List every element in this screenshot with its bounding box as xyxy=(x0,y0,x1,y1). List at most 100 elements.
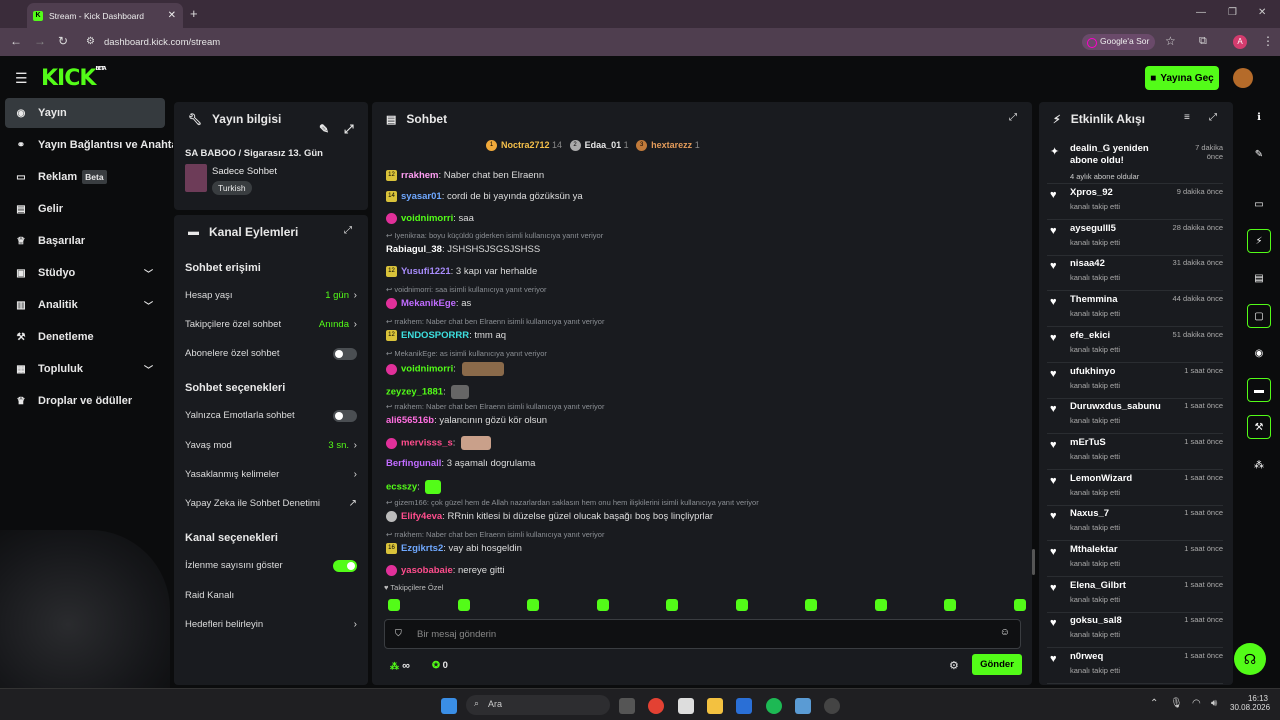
emote-button[interactable] xyxy=(527,599,539,611)
notes-icon[interactable] xyxy=(678,698,694,714)
chat-scrollbar[interactable] xyxy=(1032,549,1035,575)
chat-username[interactable]: zeyzey_1881 xyxy=(386,387,443,398)
expand-icon[interactable]: ⤢ xyxy=(1209,112,1217,123)
sliders-icon[interactable]: ▬ xyxy=(1247,378,1271,402)
user-avatar[interactable] xyxy=(1233,68,1253,88)
volume-icon[interactable]: 🔊︎ xyxy=(1211,698,1217,709)
wifi-icon[interactable]: ◠ xyxy=(1192,698,1201,709)
event-username[interactable]: dealin_G yeniden abone oldu! xyxy=(1070,143,1170,167)
chat-username[interactable]: Yusufi1221 xyxy=(401,266,451,277)
extensions-icon[interactable]: ⧉ xyxy=(1199,35,1207,48)
ai-moderation-setting[interactable]: Yapay Zeka ile Sohbet Denetimi ↗ xyxy=(185,498,357,509)
profile-avatar[interactable]: A xyxy=(1233,35,1247,49)
emote-button[interactable] xyxy=(805,599,817,611)
emote-button[interactable] xyxy=(735,599,748,611)
kicks-display[interactable]: ✪ 0 xyxy=(432,660,448,671)
windows-start-icon[interactable] xyxy=(441,698,457,714)
set-goals-button[interactable]: Hedefleri belirleyin › xyxy=(185,619,357,630)
event-username[interactable]: Duruwxdus_sabunu xyxy=(1070,401,1161,412)
minimize-icon[interactable]: — xyxy=(1196,7,1206,18)
event-username[interactable]: goksu_sal8 xyxy=(1070,615,1122,626)
kick-logo[interactable]: KICKBETA xyxy=(41,66,107,91)
emote-button[interactable] xyxy=(666,599,678,611)
bookmark-star-icon[interactable]: ☆ xyxy=(1165,34,1176,48)
chat-username[interactable]: Ezgikrts2 xyxy=(401,543,443,554)
site-info-icon[interactable]: ⚙ xyxy=(86,36,95,47)
chat-settings-icon[interactable]: ⚙ xyxy=(949,659,959,672)
sidebar-item-stream-key[interactable]: ⚭ Yayın Bağlantısı ve Anahtar xyxy=(5,130,175,160)
expand-icon[interactable]: ⤢ xyxy=(344,225,352,236)
chat-username[interactable]: Rabiagul_38 xyxy=(386,244,442,255)
taskbar-search[interactable]: ⌕ Ara xyxy=(466,695,610,715)
sidebar-item-reklam[interactable]: ▭ Reklam Beta xyxy=(5,162,165,192)
event-username[interactable]: LemonWizard xyxy=(1070,473,1132,484)
banned-words-setting[interactable]: Yasaklanmış kelimeler › xyxy=(185,469,357,480)
sidebar-item-denetleme[interactable]: ⚒ Denetleme xyxy=(5,322,165,352)
show-viewers-toggle[interactable] xyxy=(333,559,357,572)
emote-button[interactable] xyxy=(944,599,956,611)
chat-username[interactable]: voidnimorri xyxy=(401,213,453,224)
emote-button[interactable] xyxy=(457,599,470,611)
event-username[interactable]: nisaa42 xyxy=(1070,258,1105,269)
chat-username[interactable]: ali656516b xyxy=(386,415,434,426)
sidebar-item-studyo[interactable]: ▣ Stüdyo ﹀ xyxy=(5,258,165,288)
file-explorer-icon[interactable] xyxy=(707,698,723,714)
followers-only-setting[interactable]: Takipçilere özel sohbet Anında › xyxy=(185,319,357,330)
sidebar-item-basarilar[interactable]: ♕ Başarılar xyxy=(5,226,165,256)
raid-channel-button[interactable]: Raid Kanalı xyxy=(185,590,357,601)
chat-username[interactable]: Elify4eva xyxy=(401,511,442,522)
points-display[interactable]: ⁂ ∞ xyxy=(390,660,410,672)
emote-button[interactable] xyxy=(388,599,400,611)
broadcast-icon[interactable]: ◉ xyxy=(1247,341,1271,365)
chat-username[interactable]: mervisss_s xyxy=(401,438,453,449)
browser-tab[interactable]: K Stream - Kick Dashboard ✕ xyxy=(27,3,183,28)
microphone-icon[interactable]: 🎙︎ xyxy=(1170,698,1183,709)
event-username[interactable]: mErTuS xyxy=(1070,437,1106,448)
address-bar[interactable]: dashboard.kick.com/stream xyxy=(104,37,220,48)
forward-icon[interactable]: → xyxy=(34,34,46,48)
spotify-icon[interactable] xyxy=(766,698,782,714)
event-username[interactable]: efe_ekici xyxy=(1070,330,1110,341)
expand-icon[interactable]: ⤢ xyxy=(1009,112,1017,123)
event-username[interactable]: Elena_Gilbrt xyxy=(1070,580,1126,591)
hamburger-menu-icon[interactable]: ☰ xyxy=(15,70,28,87)
chat-username[interactable]: ecsszy xyxy=(386,482,417,493)
expand-icon[interactable]: ⤢ xyxy=(344,112,354,146)
close-tab-icon[interactable]: ✕ xyxy=(168,10,176,21)
support-button[interactable]: ☊ xyxy=(1234,643,1266,675)
filter-icon[interactable]: ≡ xyxy=(1184,112,1190,123)
edit-icon[interactable]: ✎ xyxy=(319,112,329,146)
chat-username[interactable]: voidnimorri xyxy=(401,364,453,375)
chat-username[interactable]: yasobabaie xyxy=(401,565,453,576)
chat-input[interactable]: ⛉ Bir mesaj gönderin ☺ xyxy=(384,619,1021,649)
emote-button[interactable] xyxy=(1013,599,1026,611)
emote-button[interactable] xyxy=(874,599,887,611)
emoji-picker-icon[interactable]: ☺ xyxy=(1000,627,1010,638)
subscribers-only-toggle[interactable] xyxy=(333,347,357,360)
sidebar-item-analitik[interactable]: ▥ Analitik ﹀ xyxy=(5,290,165,320)
settings-app-icon[interactable] xyxy=(795,698,811,714)
google-ask-button[interactable]: Google'a Sor xyxy=(1082,34,1156,50)
sidebar-item-droplar[interactable]: ♛ Droplar ve ödüller xyxy=(5,386,165,416)
list-icon[interactable]: ▤ xyxy=(1247,266,1271,290)
tray-chevron-icon[interactable]: ⌃ xyxy=(1150,698,1158,709)
video-icon[interactable]: ▭ xyxy=(1247,192,1271,216)
sidebar-item-yayin[interactable]: ◉ Yayın xyxy=(5,98,165,128)
community-icon[interactable]: ⁂ xyxy=(1247,453,1271,477)
edit-icon[interactable]: ✎ xyxy=(1247,142,1271,166)
reload-icon[interactable]: ↻ xyxy=(58,34,68,48)
chat-username[interactable]: ENDOSPORRR xyxy=(401,330,469,341)
sidebar-item-topluluk[interactable]: ▦ Topluluk ﹀ xyxy=(5,354,165,384)
chrome-icon[interactable] xyxy=(648,698,664,714)
emote-button[interactable] xyxy=(596,599,609,611)
browser-menu-icon[interactable]: ⋮ xyxy=(1262,34,1274,48)
send-button[interactable]: Gönder xyxy=(972,654,1022,675)
go-live-button[interactable]: ■ Yayına Geç xyxy=(1145,66,1219,90)
maximize-icon[interactable]: ❐ xyxy=(1228,7,1237,18)
chat-username[interactable]: Berfingunall xyxy=(386,458,441,469)
info-icon[interactable]: ℹ xyxy=(1247,105,1271,129)
chat-username[interactable]: MekanikEge xyxy=(401,298,456,309)
store-icon[interactable] xyxy=(736,698,752,714)
chat-username[interactable]: rrakhem xyxy=(401,170,439,181)
chat-username[interactable]: syasar01 xyxy=(401,191,442,202)
